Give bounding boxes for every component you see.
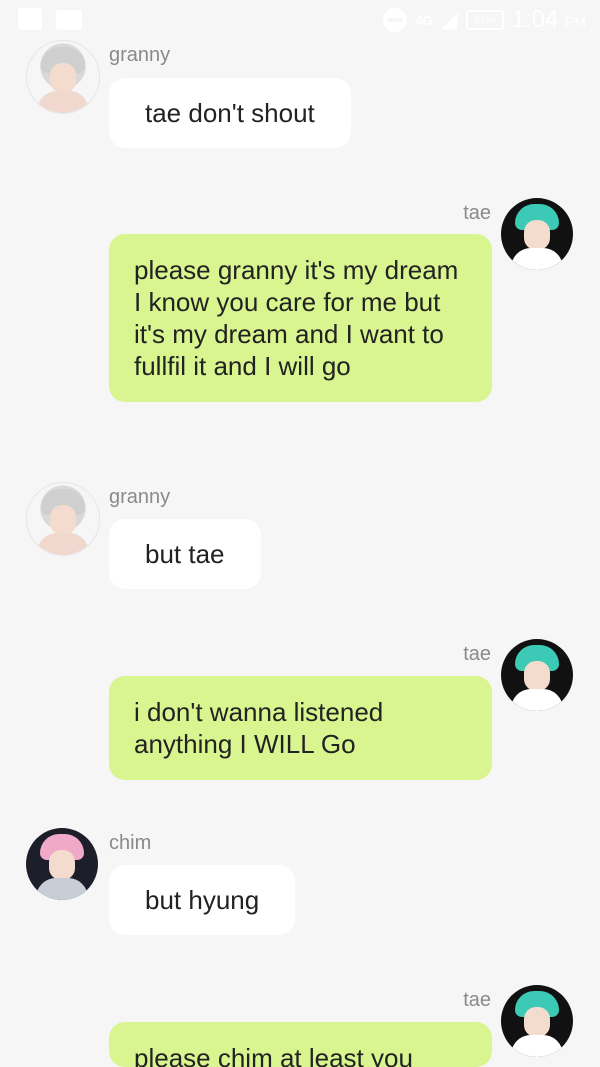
sender-name: tae — [463, 989, 491, 1011]
tae-avatar[interactable] — [501, 639, 573, 711]
clock-time: 1:04 — [511, 6, 559, 33]
dnd-icon — [383, 8, 408, 32]
sender-name: chim — [109, 832, 152, 854]
clock: 1:04 PM — [512, 6, 586, 34]
message-bubble[interactable]: i don't wanna listened anything I WILL G… — [109, 676, 492, 780]
granny-avatar[interactable] — [26, 40, 100, 114]
clock-ampm: PM — [565, 14, 586, 30]
message-bubble[interactable]: but hyung — [109, 865, 296, 935]
chim-avatar[interactable] — [26, 828, 98, 900]
sender-name: granny — [109, 486, 171, 508]
tae-avatar[interactable] — [501, 198, 573, 270]
sender-name: tae — [463, 643, 491, 665]
message-bubble[interactable]: tae don't shout — [109, 78, 351, 148]
image-icon — [18, 8, 42, 30]
sender-name: granny — [109, 44, 171, 66]
message-bubble[interactable]: please granny it's my dream I know you c… — [109, 234, 492, 402]
message-bubble[interactable]: please chim at least you — [109, 1022, 492, 1067]
battery-icon: 31% — [465, 10, 504, 30]
message-bubble[interactable]: but tae — [109, 519, 261, 589]
folder-icon — [56, 10, 82, 30]
status-bar-right: 4G ◢ 31% 1:04 PM — [383, 6, 586, 34]
tae-avatar[interactable] — [501, 985, 573, 1057]
status-bar: 4G ◢ 31% 1:04 PM — [0, 0, 600, 40]
sender-name: tae — [463, 202, 491, 224]
network-indicator: 4G — [415, 12, 433, 28]
granny-avatar[interactable] — [26, 482, 100, 556]
status-bar-left — [18, 8, 82, 30]
signal-icon: ◢ — [440, 7, 458, 32]
